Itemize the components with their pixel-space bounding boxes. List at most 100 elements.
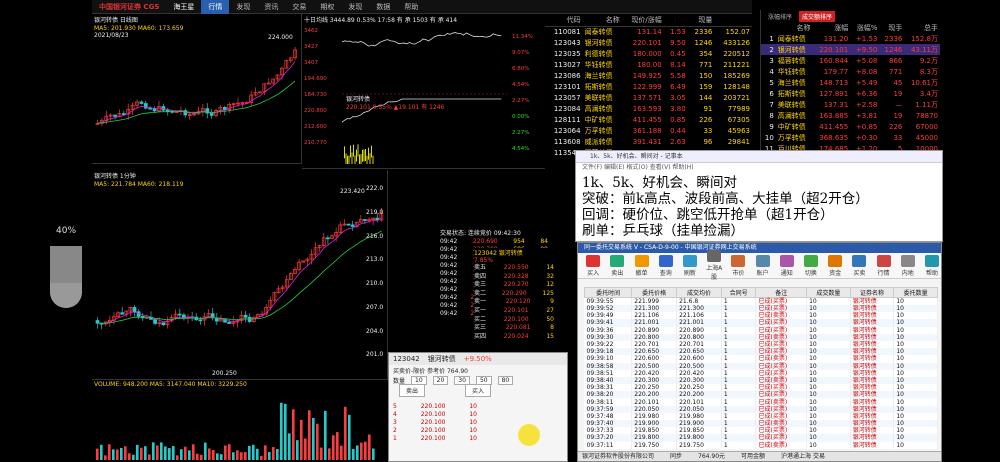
rank-col-header[interactable]: 涨幅 [812,22,850,33]
menu-item[interactable]: 发现 [229,0,257,14]
quote-row[interactable]: 110081 闻泰转债 131.14 1.53 2336 152.07 [545,27,752,38]
rank-tab[interactable]: 成交额排序 [799,10,836,22]
toolbar-button[interactable]: 账户 [753,254,771,277]
rank-row[interactable]: 6 拓斯转债 127.891 +6.36 19 3.4万 [761,88,940,99]
order-row[interactable]: 09:37:48 219.980 219.980 1 已成(买票) 10 银河转债 10 [584,412,938,420]
order-col-header[interactable]: 证券名称 [849,287,895,298]
toolbar-button[interactable]: 上海A股 [705,250,723,281]
order-row[interactable]: 09:38:51 220.420 220.420 1 已成(买票) 10 银河转债 10 [584,369,938,377]
toolbar-button[interactable]: 买卖 [850,254,868,277]
quote-row[interactable]: 123101 拓斯转债 122.999 6.49 159 128148 [545,82,752,93]
rank-cell: 127.891 [819,89,849,98]
order-row[interactable]: 09:39:41 221.001 221.001 1 已成(买票) 10 银河转债 10 [584,319,938,327]
rank-tab[interactable]: 涨幅排序 [765,11,795,22]
rank-row[interactable]: 9 中矿转债 411.455 +0.85 226 67000 [761,121,940,132]
toolbar-button[interactable]: 行情 [874,254,892,277]
quote-col-header[interactable] [714,14,752,27]
order-row[interactable]: 09:39:30 220.800 220.800 1 已成(卖票) 10 银河转债 10 [584,333,938,341]
order-row[interactable]: 09:38:58 220.500 220.500 1 已成(买票) 10 银河转债 10 [584,362,938,370]
order-row[interactable]: 09:38:40 220.300 220.300 1 已成(卖票) 10 银河转债 10 [584,376,938,385]
toolbar-button[interactable]: 资金 [826,254,844,277]
menu-item[interactable]: 交易 [285,0,313,14]
order-col-header[interactable]: 成交均价 [676,287,722,298]
menu-item[interactable]: 行情 [201,0,230,14]
rank-row[interactable]: 3 福蓉转债 160.844 +5.08 866 9.2万 [761,55,940,66]
order-ticket[interactable]: 123042 银河转债 +9.50% 买卖价-限价 参考价 764.90 数量 … [388,352,568,462]
rank-row[interactable]: 8 高澜转债 163.885 +3.81 19 78870 [761,110,940,121]
quote-row[interactable]: 123043 银河转债 220.101 9.50 1246 433126 [545,38,752,49]
intraday-chart[interactable]: 十日均线 3444.89 0.53% 17:58 有 承 1503 有 承 41… [302,14,545,169]
rank-row[interactable]: 5 海兰转债 148.713 +5.49 45 10.61万 [761,77,940,88]
quote-row[interactable]: 123084 高澜转债 163.593 3.80 91 77989 [545,104,752,115]
order-cell: 1 [721,340,757,349]
qty-button[interactable]: 20 [432,375,449,385]
order-col-header[interactable]: 成交数量 [806,287,851,298]
trade-window[interactable]: 同一委托交易系统 V - CSA-D-9-00 - 中国银河证券网上交易系统 买… [577,242,942,462]
bond-quote-list[interactable]: 代码 名称 现价/涨幅 现量 110081 闻泰转债 131.14 1.53 2336 152.0… [545,14,752,157]
rank-row[interactable]: 2 银河转债 220.101 +9.50 1246 43.11万 [761,44,940,55]
order-row[interactable]: 09:38:11 220.101 220.101 1 已成(卖票) 10 银河转债 10 [584,398,938,406]
toolbar-button[interactable]: 撤单 [632,254,650,277]
rank-col-header[interactable]: 涨幅% [850,22,879,33]
menu-item[interactable]: 数据 [369,0,397,14]
notepad-text[interactable]: 1k、5k、好机会、瞬间对 突破：前k高点、波段前高、大挂单（超2开仓） 回调：… [576,173,942,241]
buy-button[interactable]: 买入 [465,383,492,397]
quote-col-header[interactable]: 现价/涨幅 [621,14,664,27]
order-row[interactable]: 09:39:36 220.890 220.890 1 已成(买票) 10 银河转债 10 [584,326,938,334]
order-row[interactable]: 09:37:59 220.050 220.050 1 已成(买票) 10 银河转债 10 [584,405,938,413]
sell-button[interactable]: 卖出 [399,383,426,397]
order-col-header[interactable]: 合同号 [720,287,757,298]
quote-row[interactable]: 123057 美联转债 137.571 3.05 144 203721 [545,93,752,104]
quote-row[interactable]: 113608 威派转债 391.431 2.63 96 29841 [545,137,752,148]
rank-col-header[interactable]: 名称 [776,22,813,33]
rank-list[interactable]: 涨幅排序 成交额排序 名称 涨幅 涨幅% 现手 总手 1 闻泰转债 131.20 +1.53 233… [760,10,940,164]
quote-row[interactable]: 128111 中矿转债 411.455 0.85 226 67305 [545,115,752,126]
quote-col-header[interactable]: 现量 [687,14,715,27]
quote-col-header[interactable]: 名称 [582,14,622,27]
rank-row[interactable]: 7 美联转债 137.31 +2.58 — 1.11万 [761,99,940,110]
order-table[interactable]: 委托时间 委托价格 成交均价 合同号 备注 成交数量 证券名称 委托数量 09:39:55 22… [583,287,938,449]
order-col-header[interactable]: 委托数量 [893,287,938,298]
order-col-header[interactable]: 备注 [755,287,808,298]
order-row[interactable]: 09:38:20 220.200 220.200 1 已成(买票) 10 银河转债 10 [584,391,938,399]
toolbar-button[interactable]: 卖出 [608,254,626,277]
order-row[interactable]: 09:37:20 219.800 219.800 1 已成(买票) 10 银河转债 10 [584,434,938,442]
order-cell: 10 [893,355,938,363]
rank-col-header[interactable]: 现手 [879,22,904,33]
qty-button[interactable]: 80 [497,375,514,385]
order-row[interactable]: 09:37:11 219.750 219.750 1 已成(卖票) 10 银河转债 10 [584,441,938,449]
volume-chart[interactable]: VOLUME: 948.200 MA5: 3147.040 MA10: 3229… [92,380,388,462]
toolbar-button[interactable]: 切换 [802,254,820,277]
order-row[interactable]: 09:39:55 221.999 21.6.8 1 已成(买票) 10 银河转债 10 [584,297,938,305]
rank-col-header[interactable]: 总手 [904,22,940,33]
menu-item[interactable]: 发现 [341,0,369,14]
toolbar-button[interactable]: 刷新 [681,254,699,277]
rank-row[interactable]: 1 闻泰转债 131.20 +1.53 2336 152.8万 [761,33,940,44]
quote-row[interactable]: 123035 利德转债 180.000 0.45 354 220512 [545,49,752,60]
quote-row[interactable]: 113027 华钰转债 180.00 8.14 771 211221 [545,60,752,71]
menu-item[interactable]: 帮助 [397,0,425,14]
quote-row[interactable]: 123086 海兰转债 149.925 5.58 150 185269 [545,71,752,82]
toolbar-button[interactable]: 买入 [584,254,602,277]
menu-item[interactable]: 期权 [313,0,341,14]
rank-row[interactable]: 4 华钰转债 179.77 +8.08 771 8.3万 [761,66,940,77]
notepad-window[interactable]: 1k、5k、好机会、瞬间对 - 记事本 文件(F) 编辑(E) 格式(O) 查看… [575,150,943,242]
menu-item[interactable]: 资讯 [257,0,285,14]
toolbar-button[interactable]: 内地 [899,254,917,277]
quote-row[interactable]: 123064 万孚转债 361.188 0.44 33 45963 [545,126,752,137]
rank-row[interactable]: 10 万孚转债 368.635 +0.30 33 45000 [761,132,940,143]
minute-price-axis: 222.0 219.0 216.0 213.0 210.0 207.0 204.0 201.0 [366,185,388,375]
order-col-header[interactable]: 委托时间 [583,287,633,298]
notepad-menu[interactable]: 文件(F) 编辑(E) 格式(O) 查看(V) 帮助(H) [576,163,942,173]
volume-slider[interactable] [50,246,82,308]
toolbar-button[interactable]: 通知 [778,254,796,277]
order-col-header[interactable]: 委托价格 [631,287,678,298]
daily-kline-chart[interactable]: 银河转债 日线图 MA5: 201.930 MA60: 173.659 2021… [92,14,302,164]
order-row[interactable]: 09:39:10 220.600 220.600 1 已成(卖票) 10 银河转债 10 [584,355,938,363]
minute-kline-chart[interactable]: 银河转债 1分钟 MA5: 221.784 MA60: 218.119 223.… [92,170,388,380]
toolbar-button[interactable]: 查询 [657,254,675,277]
quote-col-header[interactable]: 代码 [545,14,583,27]
toolbar-button[interactable]: 帮助 [923,254,941,277]
quote-col-header[interactable] [663,14,688,27]
toolbar-button[interactable]: 市价 [729,254,747,277]
